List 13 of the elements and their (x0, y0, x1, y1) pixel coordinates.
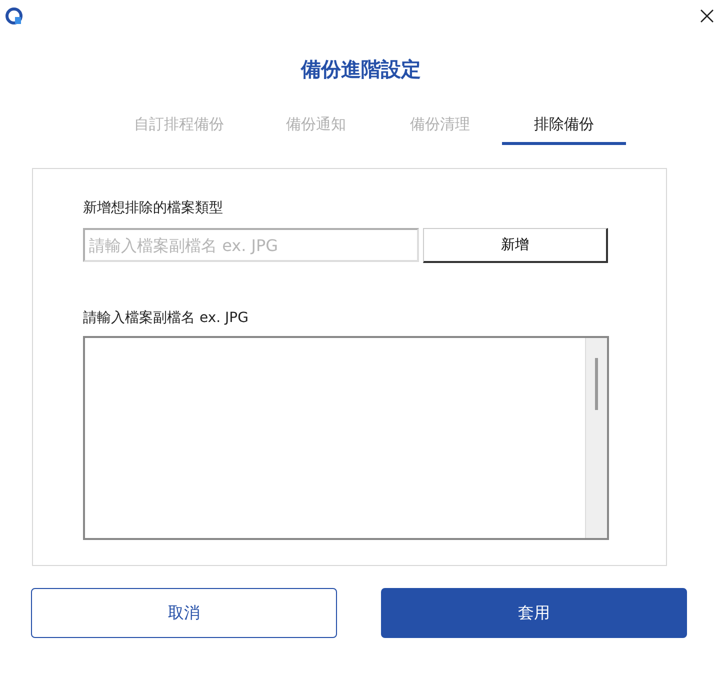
apply-button[interactable]: 套用 (381, 588, 687, 638)
field-label: 新增想排除的檔案類型 (83, 199, 224, 218)
scrollbar-thumb[interactable] (595, 358, 598, 410)
extension-input-field[interactable]: 請輸入檔案副檔名 ex. JPG (83, 228, 419, 262)
tab[interactable]: 排除備份 (502, 111, 626, 145)
list-label: 請輸入檔案副檔名 ex. JPG (83, 309, 250, 328)
add-button[interactable]: 新增 (423, 228, 608, 263)
scrollbar[interactable] (585, 338, 607, 538)
cancel-button[interactable]: 取消 (31, 588, 337, 638)
dialog-title: 備份進階設定 (300, 56, 422, 83)
app-logo-icon (4, 6, 24, 26)
extension-list[interactable] (83, 336, 609, 540)
close-icon[interactable] (700, 9, 714, 23)
